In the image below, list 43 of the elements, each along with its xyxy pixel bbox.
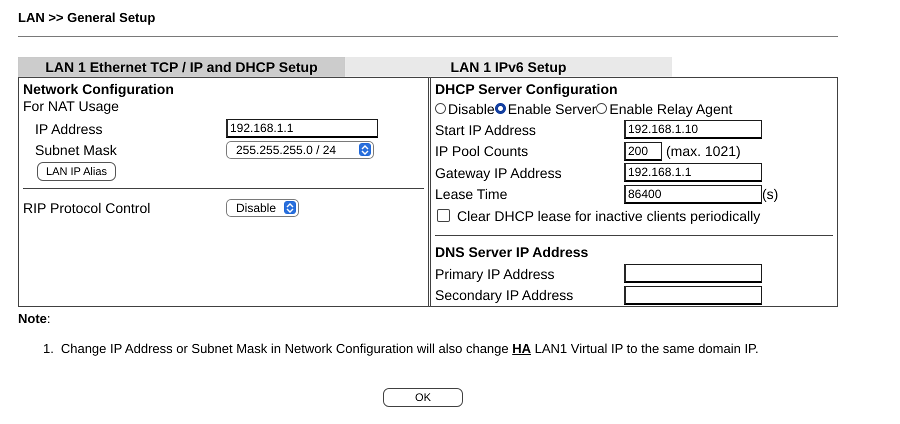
field-label: Gateway IP Address bbox=[435, 164, 563, 181]
field-label: Start IP Address bbox=[435, 122, 537, 138]
input-field[interactable]: 192.168.1.1 bbox=[226, 119, 378, 138]
unit-label: (s) bbox=[762, 186, 778, 202]
page-title: LAN >> General Setup bbox=[18, 10, 156, 27]
note-title: Note: bbox=[18, 311, 52, 328]
radio-label: Disable bbox=[448, 100, 495, 116]
radio-button[interactable] bbox=[435, 103, 446, 114]
tab[interactable]: LAN 1 Ethernet TCP / IP and DHCP Setup bbox=[18, 57, 345, 77]
radio-label: Enable Relay Agent bbox=[609, 100, 732, 116]
radio-label: Enable Server bbox=[508, 100, 596, 116]
input-field[interactable] bbox=[624, 264, 762, 284]
subheading: For NAT Usage bbox=[23, 98, 120, 116]
field-label: RIP Protocol Control bbox=[23, 200, 152, 216]
field-label: Primary IP Address bbox=[435, 266, 556, 282]
input-field[interactable] bbox=[624, 286, 762, 305]
field-label: IP Address bbox=[34, 120, 104, 136]
field-label: Lease Time bbox=[435, 186, 508, 202]
note-text: Change IP Address or Subnet Mask in Network Configuration will also change HA LAN1 Virtual IP to the same domain IP. bbox=[60, 341, 759, 356]
input-field[interactable]: 192.168.1.1 bbox=[624, 163, 762, 182]
ha-link[interactable]: HA bbox=[512, 341, 532, 356]
select-dropdown[interactable]: 255.255.255.0 / 24 bbox=[226, 140, 374, 158]
field-label: Subnet Mask bbox=[34, 142, 118, 158]
ok-button[interactable]: OK bbox=[383, 388, 463, 407]
list-number: 1. bbox=[43, 341, 54, 356]
checkbox[interactable] bbox=[437, 209, 450, 222]
input-field[interactable]: 86400 bbox=[624, 184, 762, 204]
hint-text: (max. 1021) bbox=[666, 143, 741, 160]
tab[interactable]: LAN 1 IPv6 Setup bbox=[345, 57, 672, 77]
input-field[interactable]: 192.168.1.10 bbox=[624, 120, 762, 140]
radio-button[interactable] bbox=[494, 103, 506, 114]
select-dropdown[interactable]: Disable bbox=[226, 198, 300, 216]
section-heading: Network Configuration bbox=[23, 81, 175, 98]
input-field[interactable]: 200 bbox=[624, 142, 662, 161]
section-heading: DHCP Server Configuration bbox=[435, 81, 619, 98]
radio-button[interactable] bbox=[596, 103, 608, 114]
field-label: IP Pool Counts bbox=[435, 143, 530, 160]
lan-ip-alias-button[interactable]: LAN IP Alias bbox=[37, 162, 116, 181]
section-heading: DNS Server IP Address bbox=[435, 244, 590, 261]
stepper-icon bbox=[284, 201, 296, 214]
checkbox-label: Clear DHCP lease for inactive clients periodically bbox=[457, 208, 760, 224]
field-label: Secondary IP Address bbox=[435, 287, 574, 304]
stepper-icon bbox=[359, 143, 371, 156]
